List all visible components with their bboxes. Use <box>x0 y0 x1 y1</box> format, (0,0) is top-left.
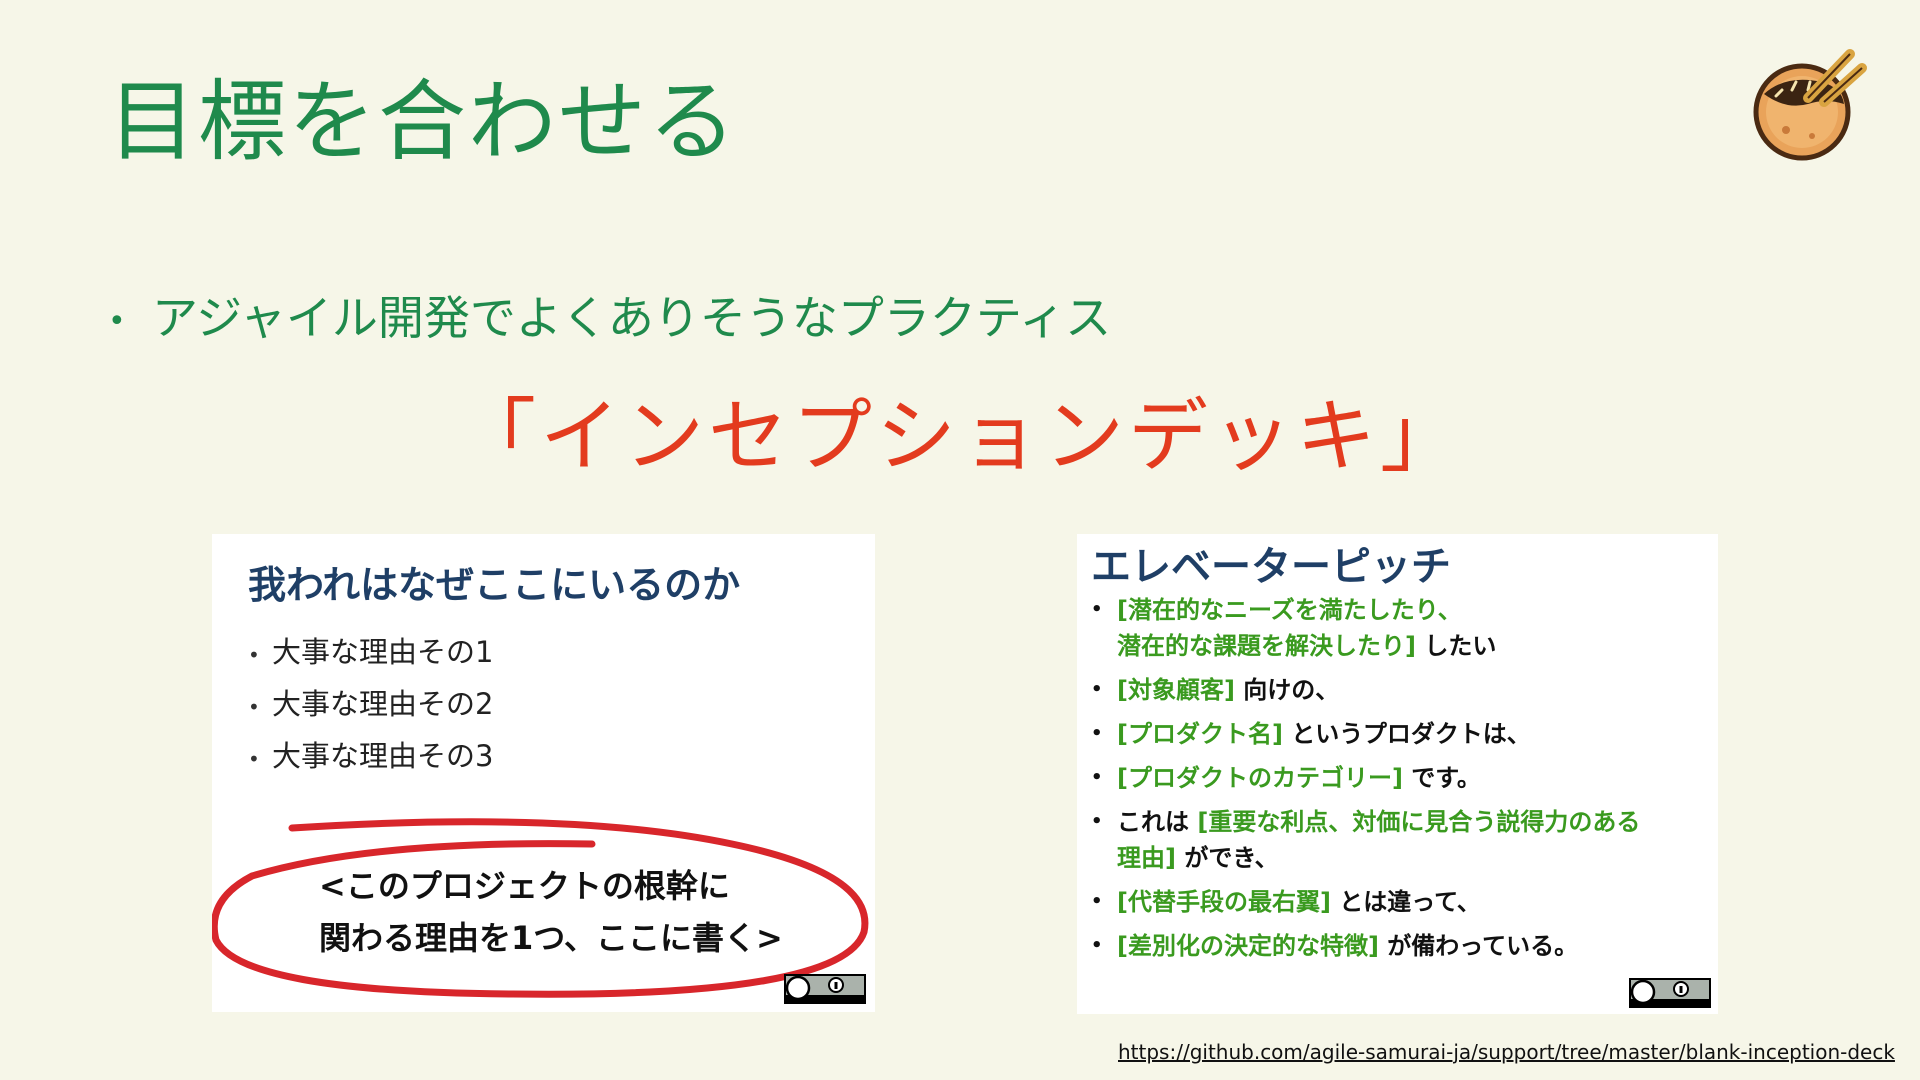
takoyaki-mascot-icon <box>1753 49 1867 161</box>
placeholder-text: [代替手段の最右翼] <box>1117 888 1331 916</box>
bullet-dot: • <box>1091 891 1103 912</box>
list-item-text: 大事な理由その3 <box>272 739 494 773</box>
bullet-dot: • <box>108 304 126 339</box>
list-item: • 大事な理由その2 <box>248 678 493 730</box>
intro-bullet: • アジャイル開発でよくありそうなプラクティス <box>108 282 1111 348</box>
bullet-dot: • <box>1091 935 1103 956</box>
pitch-text: 向けの、 <box>1234 676 1340 704</box>
placeholder-text: [プロダクトのカテゴリー] <box>1117 764 1403 792</box>
list-item: • [差別化の決定的な特徴] が備わっている。 <box>1091 928 1640 964</box>
bullet-dot: • <box>1091 811 1103 832</box>
pitch-text: したい <box>1415 632 1497 660</box>
reason-list: • 大事な理由その1 • 大事な理由その2 • 大事な理由その3 <box>248 626 493 782</box>
intro-bullet-text: アジャイル開発でよくありそうなプラクティス <box>152 291 1112 345</box>
pitch-text: ができ、 <box>1175 844 1279 872</box>
bullet-dot: • <box>248 643 260 667</box>
pitch-text: です。 <box>1402 764 1481 792</box>
list-item-text: 大事な理由その2 <box>272 687 494 721</box>
bullet-dot: • <box>1091 767 1103 788</box>
bullet-dot: • <box>1091 679 1103 700</box>
list-item-text: 大事な理由その1 <box>272 635 494 669</box>
card-title: 我われはなぜここにいるのか <box>248 563 741 607</box>
why-are-we-here-card: 我われはなぜここにいるのか • 大事な理由その1 • 大事な理由その2 • 大事な理由… <box>212 534 875 1012</box>
card-title: エレベーターピッチ <box>1091 544 1451 590</box>
statement-line: <このプロジェクトの根幹に <box>319 867 730 905</box>
bullet-dot: • <box>248 747 260 771</box>
list-item: • 大事な理由その1 <box>248 626 493 678</box>
list-item: • これは [重要な利点、対価に見合う説得力のある 理由] ができ、 <box>1091 804 1640 876</box>
list-item: • [プロダクト名] というプロダクトは、 <box>1091 716 1640 752</box>
inception-deck-headline: 「インセプションデッキ」 <box>456 390 1464 483</box>
placeholder-text: [対象顧客] <box>1117 676 1235 704</box>
pitch-text: これは <box>1117 808 1198 836</box>
cc-by-badge <box>1629 978 1711 1008</box>
list-item: • [潜在的なニーズを満たしたり、 潜在的な課題を解決したり] したい <box>1091 592 1640 664</box>
elevator-pitch-card: エレベーターピッチ • [潜在的なニーズを満たしたり、 潜在的な課題を解決したり] … <box>1077 534 1718 1014</box>
placeholder-text: 理由] <box>1117 844 1176 872</box>
bullet-dot: • <box>1091 723 1103 744</box>
cc-by-badge <box>784 974 866 1004</box>
placeholder-text: [潜在的なニーズを満たしたり、 <box>1117 596 1462 624</box>
placeholder-text: [重要な利点、対価に見合う説得力のある <box>1197 808 1641 836</box>
list-item: • 大事な理由その3 <box>248 730 493 782</box>
statement-line: 関わる理由を1つ、ここに書く> <box>319 919 783 957</box>
bullet-dot: • <box>248 695 260 719</box>
placeholder-text: [プロダクト名] <box>1117 720 1283 748</box>
list-item: • [代替手段の最右翼] とは違って、 <box>1091 884 1640 920</box>
pitch-text: が備わっている。 <box>1378 932 1579 960</box>
bullet-dot: • <box>1091 599 1103 620</box>
slide-title: 目標を合わせる <box>108 70 739 173</box>
source-link[interactable]: https://github.com/agile-samurai-ja/supp… <box>1118 1040 1895 1064</box>
list-item: • [プロダクトのカテゴリー] です。 <box>1091 760 1640 796</box>
placeholder-text: [差別化の決定的な特徴] <box>1117 932 1379 960</box>
placeholder-text: 潜在的な課題を解決したり] <box>1117 632 1416 660</box>
pitch-text: というプロダクトは、 <box>1282 720 1531 748</box>
pitch-list: • [潜在的なニーズを満たしたり、 潜在的な課題を解決したり] したい • [対象顧客… <box>1091 592 1640 972</box>
list-item: • [対象顧客] 向けの、 <box>1091 672 1640 708</box>
core-reason-statement: <このプロジェクトの根幹に 関わる理由を1つ、ここに書く> <box>319 860 783 964</box>
pitch-text: とは違って、 <box>1330 888 1481 916</box>
